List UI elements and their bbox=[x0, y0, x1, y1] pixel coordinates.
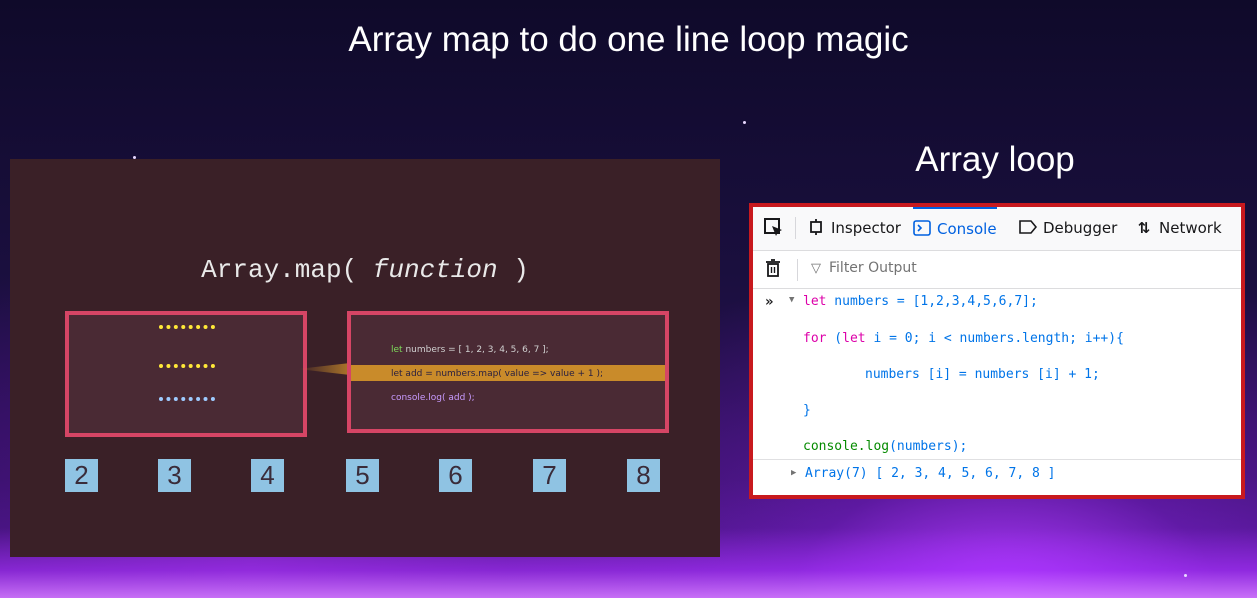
slide-heading-suffix: ) bbox=[513, 255, 529, 285]
number-tile: 2 bbox=[65, 459, 98, 492]
console-code-line: let numbers = [1,2,3,4,5,6,7]; bbox=[803, 294, 1038, 309]
clear-console-icon[interactable] bbox=[765, 259, 781, 282]
tab-console[interactable]: Console bbox=[913, 207, 997, 250]
background-star bbox=[743, 121, 746, 124]
code-line-highlighted: let add = numbers.map( value => value + … bbox=[391, 369, 604, 379]
expand-arrow-icon[interactable]: ▶ bbox=[791, 468, 796, 478]
number-tile: 7 bbox=[533, 459, 566, 492]
dotted-line bbox=[159, 325, 215, 329]
devtools-tabbar: Inspector Console Debugger ⇅ Network bbox=[753, 207, 1241, 251]
network-icon: ⇅ bbox=[1137, 219, 1151, 237]
collapse-arrow-icon[interactable]: ▼ bbox=[789, 295, 794, 305]
section-title: Array loop bbox=[915, 140, 1075, 179]
number-tile: 6 bbox=[439, 459, 472, 492]
slide-heading-prefix: Array.map( bbox=[201, 255, 358, 285]
code-box: let numbers = [ 1, 2, 3, 4, 5, 6, 7 ]; l… bbox=[347, 311, 669, 433]
number-tile: 5 bbox=[346, 459, 379, 492]
code-line: console.log( add ); bbox=[391, 393, 475, 403]
background-star bbox=[1184, 574, 1187, 577]
element-picker-icon[interactable] bbox=[763, 217, 785, 239]
dotted-line bbox=[159, 397, 215, 401]
slide-heading-function: function bbox=[372, 255, 498, 285]
console-result-text: Array(7) [ 2, 3, 4, 5, 6, 7, 8 ] bbox=[805, 466, 1056, 481]
tab-debugger[interactable]: Debugger bbox=[1019, 207, 1117, 250]
inspector-icon bbox=[807, 207, 825, 250]
console-prompt-icon: » bbox=[765, 294, 774, 310]
console-code-line: numbers [i] = numbers [i] + 1; bbox=[865, 367, 1100, 382]
slide-heading: Array.map( function ) bbox=[10, 255, 720, 285]
console-icon bbox=[913, 209, 931, 250]
number-tile: 4 bbox=[251, 459, 284, 492]
number-tile: 8 bbox=[627, 459, 660, 492]
console-result-row[interactable]: ▶ Array(7) [ 2, 3, 4, 5, 6, 7, 8 ] bbox=[753, 459, 1241, 490]
console-code-line: } bbox=[803, 403, 811, 418]
tab-separator bbox=[795, 217, 796, 239]
console-code-line: for (let i = 0; i < numbers.length; i++)… bbox=[803, 331, 1124, 346]
console-code-line: console.log(numbers); bbox=[803, 439, 968, 454]
tab-network[interactable]: ⇅ Network bbox=[1135, 207, 1222, 250]
dotted-line bbox=[159, 364, 215, 368]
filter-icon: ▽ bbox=[811, 261, 821, 276]
input-array-box bbox=[65, 311, 307, 437]
filter-output-input[interactable]: Filter Output bbox=[829, 260, 917, 276]
page-title: Array map to do one line loop magic bbox=[348, 20, 909, 59]
filter-separator bbox=[797, 259, 798, 281]
debugger-icon bbox=[1019, 207, 1038, 250]
console-output: » ▼ let numbers = [1,2,3,4,5,6,7]; for (… bbox=[753, 289, 1241, 495]
code-line: let numbers = [ 1, 2, 3, 4, 5, 6, 7 ]; bbox=[391, 345, 549, 355]
map-explainer-slide: Array.map( function ) let numbers = [ 1,… bbox=[10, 159, 720, 557]
devtools-panel: Inspector Console Debugger ⇅ Network ▽ F… bbox=[749, 203, 1245, 499]
number-tile: 3 bbox=[158, 459, 191, 492]
console-filter-bar: ▽ Filter Output bbox=[753, 251, 1241, 289]
tab-inspector[interactable]: Inspector bbox=[807, 207, 901, 250]
